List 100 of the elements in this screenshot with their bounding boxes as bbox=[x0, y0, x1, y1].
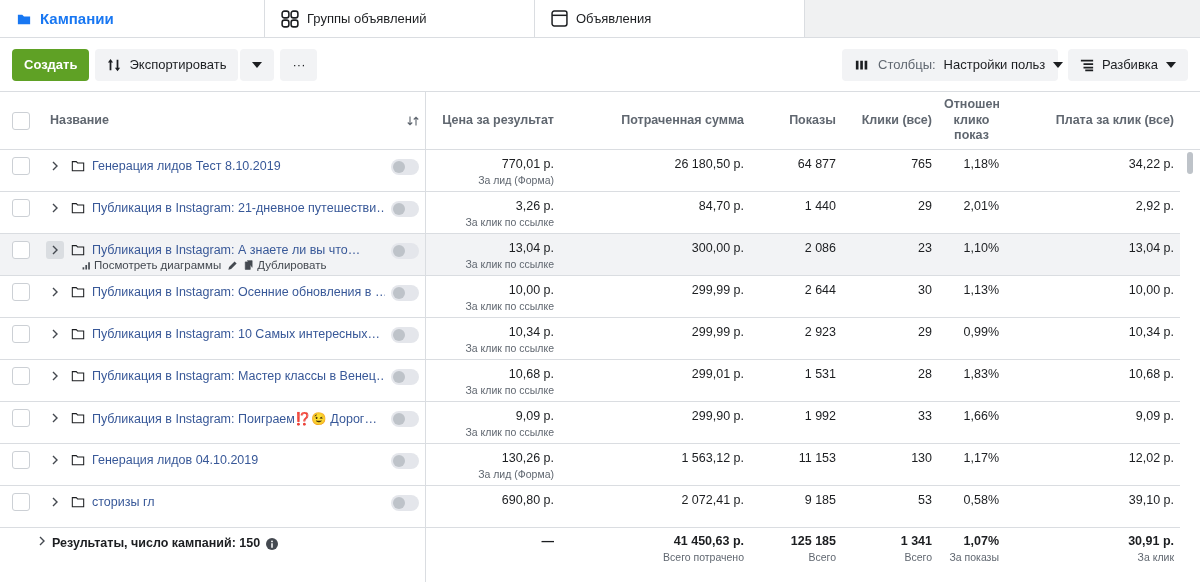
column-header[interactable]: Плата за клик (все) bbox=[1055, 112, 1174, 129]
cell-note: За клик по ссылке bbox=[465, 300, 554, 312]
table-cell: 13,04 р. bbox=[1128, 241, 1174, 255]
table-cell: 2 644 bbox=[804, 283, 836, 297]
more-button[interactable]: ··· bbox=[280, 48, 318, 81]
column-header[interactable]: Отношен клико показ bbox=[944, 97, 999, 144]
campaign-name[interactable]: Публикация в Instagram: Мастер классы в Венец… bbox=[92, 369, 385, 383]
row-checkbox[interactable] bbox=[12, 409, 30, 427]
table-cell: 0,99% bbox=[963, 325, 999, 339]
results-summary: Результаты, число кампаний: 150 bbox=[52, 536, 261, 550]
column-header[interactable]: Название bbox=[50, 112, 109, 129]
folder-icon bbox=[70, 201, 86, 215]
toggle-switch[interactable] bbox=[391, 243, 419, 259]
toggle-switch[interactable] bbox=[391, 495, 419, 511]
toggle-switch[interactable] bbox=[391, 411, 419, 427]
row-checkbox[interactable] bbox=[12, 367, 30, 385]
table-cell: 130,26 р. bbox=[501, 451, 554, 465]
grid-icon bbox=[281, 9, 299, 28]
campaign-name[interactable]: Публикация в Instagram: Поиграем⁉😉 Дорог… bbox=[92, 410, 377, 426]
chevron-icon bbox=[51, 161, 59, 171]
toggle-switch[interactable] bbox=[391, 285, 419, 301]
table-cell: 53 bbox=[918, 493, 932, 507]
view-charts-link[interactable]: Посмотреть диаграммы bbox=[82, 259, 222, 271]
campaign-name[interactable]: Публикация в Instagram: 21-дневное путешестви… bbox=[92, 201, 385, 215]
row-checkbox[interactable] bbox=[12, 451, 30, 469]
total-note: Всего bbox=[808, 551, 836, 563]
campaign-name[interactable]: Публикация в Instagram: 10 Самых интересных… bbox=[92, 327, 380, 341]
table-cell: 2 086 bbox=[804, 241, 836, 255]
table-cell: 29 bbox=[918, 325, 932, 339]
table-cell: 10,00 р. bbox=[508, 283, 554, 297]
toggle-switch[interactable] bbox=[391, 159, 419, 175]
table-cell: 10,34 р. bbox=[508, 325, 554, 339]
campaign-name[interactable]: Генерация лидов 04.10.2019 bbox=[92, 453, 259, 467]
sort-icon bbox=[407, 114, 419, 127]
info-icon bbox=[266, 538, 279, 550]
column-header[interactable]: Клики (все) bbox=[861, 112, 932, 129]
total-value: 1,07% bbox=[963, 534, 999, 548]
chevron-icon bbox=[51, 203, 59, 213]
table-cell: 0,58% bbox=[963, 493, 999, 507]
table-cell: 1,66% bbox=[963, 409, 999, 423]
total-note: За показы bbox=[949, 551, 999, 563]
column-header[interactable]: Показы bbox=[789, 112, 836, 129]
table-cell: 770,01 р. bbox=[501, 157, 554, 171]
select-all-checkbox[interactable] bbox=[12, 111, 30, 130]
folder-icon bbox=[70, 411, 86, 425]
chevron-icon bbox=[51, 497, 59, 507]
table-cell: 1,13% bbox=[963, 283, 999, 297]
tab[interactable]: Кампании bbox=[0, 0, 265, 37]
folder-icon bbox=[70, 453, 86, 467]
folder-icon bbox=[70, 285, 86, 299]
table-cell: 10,68 р. bbox=[508, 367, 554, 381]
breakdown-button[interactable]: Разбивка bbox=[1068, 48, 1188, 81]
campaign-name[interactable]: Публикация в Instagram: Осенние обновления в … bbox=[92, 285, 385, 299]
tab[interactable]: Объявления bbox=[535, 0, 805, 37]
table-cell: 84,70 р. bbox=[698, 199, 744, 213]
table-cell: 33 bbox=[918, 409, 932, 423]
table-cell: 39,10 р. bbox=[1128, 493, 1174, 507]
row-checkbox[interactable] bbox=[12, 199, 30, 217]
row-checkbox[interactable] bbox=[12, 241, 30, 259]
toggle-switch[interactable] bbox=[391, 453, 419, 469]
breakdown-icon bbox=[1080, 57, 1095, 72]
column-header[interactable]: Цена за результат bbox=[442, 112, 554, 129]
cell-note: За клик по ссылке bbox=[465, 426, 554, 438]
table-cell: 10,00 р. bbox=[1128, 283, 1174, 297]
caret-icon bbox=[252, 61, 263, 68]
table-cell: 1 992 bbox=[804, 409, 836, 423]
campaign-name[interactable]: сторизы гл bbox=[92, 495, 155, 509]
cell-note: За клик по ссылке bbox=[465, 342, 554, 354]
folder-icon bbox=[70, 495, 86, 509]
toggle-switch[interactable] bbox=[391, 369, 419, 385]
table-cell: 9,09 р. bbox=[1135, 409, 1174, 423]
row-checkbox[interactable] bbox=[12, 493, 30, 511]
export-button[interactable]: Экспортировать bbox=[95, 48, 239, 81]
table-cell: 1,10% bbox=[963, 241, 999, 255]
table-cell: 2 072,41 р. bbox=[681, 493, 744, 507]
table-cell: 2,92 р. bbox=[1135, 199, 1174, 213]
scrollbar-thumb[interactable] bbox=[1187, 152, 1193, 174]
folder-icon bbox=[70, 159, 86, 173]
bar-chart-icon bbox=[82, 260, 91, 270]
cell-note: За клик по ссылке bbox=[465, 384, 554, 396]
campaign-name[interactable]: Публикация в Instagram: А знаете ли вы что… bbox=[92, 243, 361, 257]
row-checkbox[interactable] bbox=[12, 283, 30, 301]
duplicate-link[interactable]: Дублировать bbox=[244, 259, 327, 271]
chevron-icon bbox=[51, 413, 59, 423]
row-checkbox[interactable] bbox=[12, 157, 30, 175]
export-menu-button[interactable] bbox=[240, 48, 275, 81]
campaign-name[interactable]: Генерация лидов Тест 8.10.2019 bbox=[92, 159, 281, 173]
row-checkbox[interactable] bbox=[12, 325, 30, 343]
chevron-icon bbox=[38, 536, 46, 546]
caret-icon bbox=[1053, 61, 1064, 68]
toggle-switch[interactable] bbox=[391, 327, 419, 343]
table-cell: 10,68 р. bbox=[1128, 367, 1174, 381]
column-header[interactable]: Потраченная сумма bbox=[621, 112, 744, 129]
table-cell: 1,18% bbox=[963, 157, 999, 171]
table-cell: 34,22 р. bbox=[1128, 157, 1174, 171]
chevron-icon bbox=[51, 329, 59, 339]
table-cell: 10,34 р. bbox=[1128, 325, 1174, 339]
expand-button[interactable] bbox=[46, 241, 64, 259]
tab[interactable]: Группы объявлений bbox=[265, 0, 535, 37]
toggle-switch[interactable] bbox=[391, 201, 419, 217]
